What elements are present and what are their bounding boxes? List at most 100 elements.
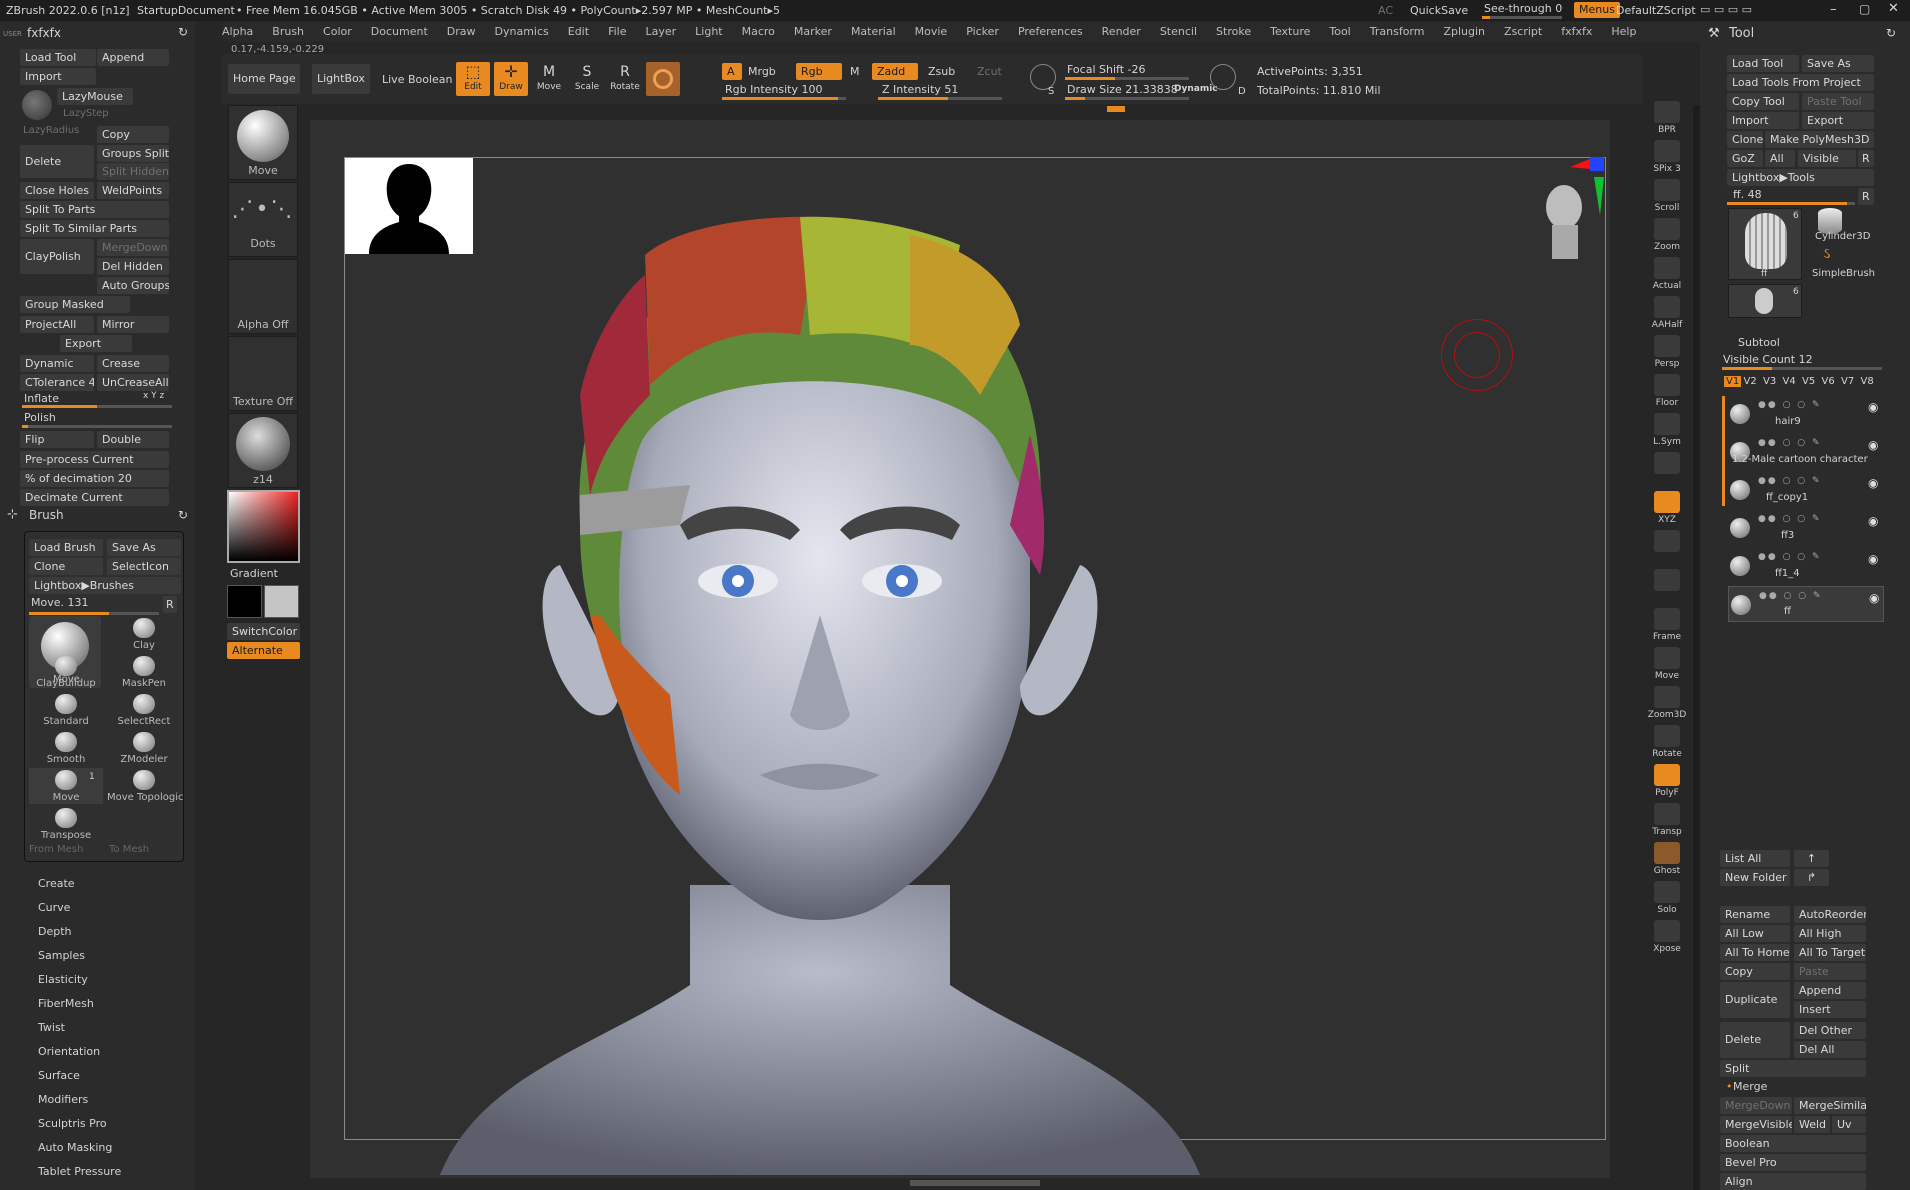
minimize-icon[interactable]: – (1830, 2, 1837, 17)
rtool-rotate[interactable]: Rotate (1647, 725, 1687, 759)
rotate-button[interactable]: R Rotate (608, 62, 642, 96)
brush-item-smooth[interactable]: Smooth (29, 730, 103, 766)
menu-brush[interactable]: Brush (272, 22, 304, 42)
material-tile[interactable]: z14 (228, 413, 298, 488)
split-submenu[interactable]: Split (1720, 1060, 1866, 1077)
menu-alpha[interactable]: Alpha (222, 22, 253, 42)
subtool-delete-button[interactable]: Delete (1720, 1022, 1790, 1058)
menu-dynamics[interactable]: Dynamics (495, 22, 549, 42)
all-high-button[interactable]: All High (1794, 925, 1866, 942)
subtool-append-button[interactable]: Append (1794, 982, 1866, 999)
load-tool-button[interactable]: Load Tool (20, 49, 96, 66)
zadd-button[interactable]: Zadd (872, 63, 918, 80)
menu-fxfxfx[interactable]: fxfxfx (1561, 22, 1592, 42)
tool-clone-button[interactable]: Clone (1727, 131, 1763, 148)
decimation-slider[interactable]: % of decimation 20 (20, 470, 169, 487)
primary-color-swatch[interactable] (227, 585, 262, 618)
eye-icon[interactable]: ◉ (1868, 514, 1878, 528)
paste-tool-button[interactable]: Paste Tool (1802, 93, 1874, 110)
submenu-twist[interactable]: Twist (38, 1021, 65, 1034)
align-submenu[interactable]: Align (1720, 1173, 1866, 1190)
menus-toggle[interactable]: Menus (1574, 2, 1620, 18)
submenu-fibermesh[interactable]: FiberMesh (38, 997, 94, 1010)
rtool-bpr[interactable]: BPR (1647, 101, 1687, 135)
ctolerance-slider[interactable]: CTolerance 45 (20, 374, 94, 391)
menu-picker[interactable]: Picker (966, 22, 999, 42)
merge-down-button[interactable]: MergeDown (1720, 1097, 1792, 1114)
brush-item-move-topologic[interactable]: Move Topologic (107, 768, 184, 804)
quicksave-button[interactable]: QuickSave (1410, 4, 1468, 17)
draw-button[interactable]: ✛ Draw (494, 62, 528, 96)
split-to-parts-button[interactable]: Split To Parts (20, 201, 169, 218)
secondary-color-swatch[interactable] (264, 585, 299, 618)
mirror-button[interactable]: Mirror (97, 316, 169, 333)
brush-saveas-button[interactable]: Save As (107, 539, 181, 556)
menu-zplugin[interactable]: Zplugin (1443, 22, 1485, 42)
a-button[interactable]: A (722, 63, 742, 80)
menu-stroke[interactable]: Stroke (1216, 22, 1251, 42)
rtool-solo[interactable]: Solo (1647, 881, 1687, 915)
goz-r-button[interactable]: R (1858, 150, 1874, 167)
tool-icon[interactable]: ⚒ (1708, 26, 1720, 41)
bevel-pro-submenu[interactable]: Bevel Pro (1720, 1154, 1866, 1171)
uncreaseall-button[interactable]: UnCreaseAll (97, 374, 169, 391)
all-low-button[interactable]: All Low (1720, 925, 1790, 942)
lazystep-slider[interactable]: LazyStep (63, 108, 109, 119)
version-v7[interactable]: V7 (1841, 376, 1854, 387)
default-zscript[interactable]: DefaultZScript (1616, 4, 1696, 17)
version-v2[interactable]: V2 (1744, 376, 1757, 387)
claypolish-button[interactable]: ClayPolish (20, 239, 94, 274)
load-tool-button-r[interactable]: Load Tool (1727, 55, 1799, 72)
menu-transform[interactable]: Transform (1370, 22, 1425, 42)
inflate-slider[interactable]: Inflate (24, 392, 59, 405)
menu-render[interactable]: Render (1102, 22, 1141, 42)
all-to-target-button[interactable]: All To Target (1794, 944, 1866, 961)
close-holes-button[interactable]: Close Holes (20, 182, 94, 199)
menu-material[interactable]: Material (851, 22, 896, 42)
brush-item-claybuildup[interactable]: ClayBuildup (29, 654, 103, 690)
mergedown-button[interactable]: MergeDown (97, 239, 169, 256)
live-boolean-button[interactable]: Live Boolean (382, 73, 453, 86)
export-button[interactable]: Export (60, 335, 132, 352)
texture-tile[interactable]: Texture Off (228, 336, 298, 411)
subtool-toggles[interactable]: ●● ○ ○ ✎ (1758, 476, 1822, 486)
selecticon-button[interactable]: SelectIcon (107, 558, 181, 575)
group-masked-button[interactable]: Group Masked (20, 296, 130, 313)
lazyradius-slider[interactable]: LazyRadius (23, 125, 79, 136)
brush-clone-button[interactable]: Clone (29, 558, 103, 575)
append-button[interactable]: Append (97, 49, 169, 66)
shelf-scroll-marker[interactable] (1107, 106, 1125, 112)
list-all-button[interactable]: List All (1720, 850, 1790, 867)
submenu-auto-masking[interactable]: Auto Masking (38, 1141, 112, 1154)
lightbox-tools-button[interactable]: Lightbox▶Tools (1727, 169, 1874, 186)
load-brush-button[interactable]: Load Brush (29, 539, 103, 556)
move-button[interactable]: M Move (532, 62, 566, 96)
submenu-tablet-pressure[interactable]: Tablet Pressure (38, 1165, 121, 1178)
split-hidden-button[interactable]: Split Hidden (97, 163, 169, 180)
new-folder-button[interactable]: New Folder (1720, 869, 1790, 886)
submenu-elasticity[interactable]: Elasticity (38, 973, 88, 986)
copy-tool-button[interactable]: Copy Tool (1727, 93, 1799, 110)
subtool-row[interactable]: ●● ○ ○ ✎ ◉ (1728, 510, 1884, 546)
projectall-button[interactable]: ProjectAll (20, 316, 94, 333)
subtool-row[interactable]: ●● ○ ○ ✎ ◉ (1728, 396, 1884, 432)
from-mesh-button[interactable]: From Mesh (29, 844, 83, 855)
preprocess-button[interactable]: Pre-process Current (20, 451, 169, 468)
eye-icon[interactable]: ◉ (1868, 552, 1878, 566)
rtool-icon-12[interactable] (1647, 569, 1687, 593)
brush-move-icon[interactable]: ⊹ (7, 507, 18, 522)
version-v1[interactable]: V1 (1724, 376, 1742, 387)
brush-item-standard[interactable]: Standard (29, 692, 103, 728)
subtool-copy-button[interactable]: Copy (1720, 963, 1790, 980)
rtool-icon-11[interactable] (1647, 530, 1687, 554)
rtool-floor[interactable]: Floor (1647, 374, 1687, 408)
crease-button[interactable]: Crease (97, 355, 169, 372)
rtool-frame[interactable]: Frame (1647, 608, 1687, 642)
symmetry-d-icon[interactable] (1210, 64, 1236, 90)
menu-marker[interactable]: Marker (794, 22, 832, 42)
merge-similar-button[interactable]: MergeSimilar (1794, 1097, 1866, 1114)
menu-file[interactable]: File (608, 22, 626, 42)
lazymouse-icon[interactable] (22, 90, 52, 120)
eye-icon[interactable]: ◉ (1868, 476, 1878, 490)
alternate-button[interactable]: Alternate (227, 642, 300, 659)
